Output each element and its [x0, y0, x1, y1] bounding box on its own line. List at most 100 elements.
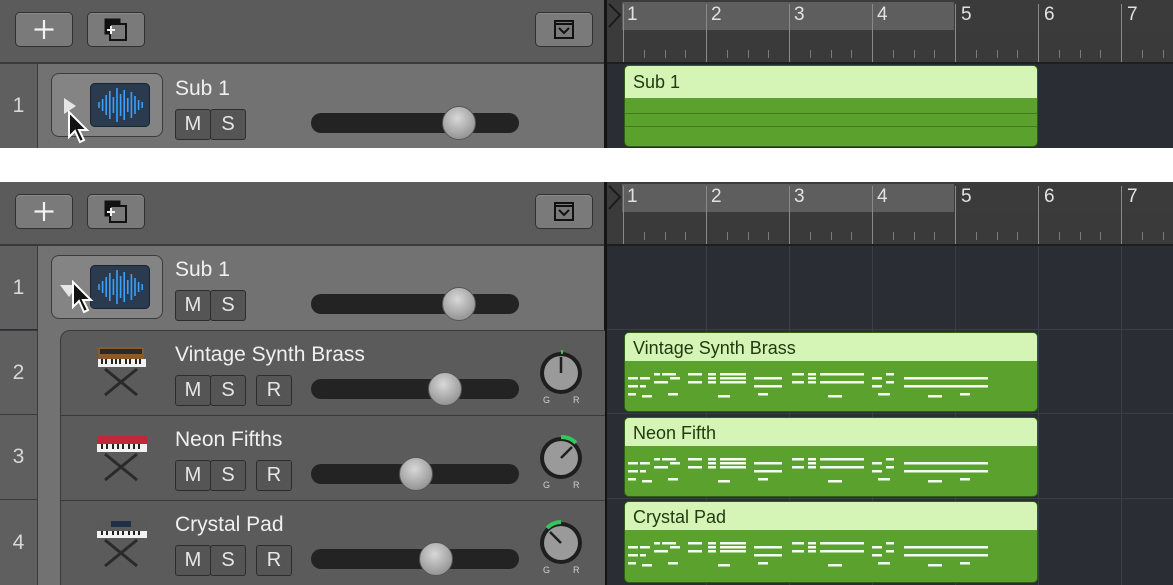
solo-button[interactable]: S	[210, 290, 246, 321]
bar-number: 3	[794, 4, 805, 25]
track-header-vintage-synth-brass[interactable]: Vintage Synth Brass M S R G R	[61, 331, 605, 416]
track-name[interactable]: Sub 1	[175, 258, 230, 282]
track-header-neon-fifths[interactable]: Neon Fifths M S R G R	[61, 416, 605, 501]
add-track-icon	[34, 20, 54, 39]
bar-number: 6	[1044, 4, 1055, 25]
solo-button[interactable]: S	[210, 545, 246, 576]
volume-slider[interactable]	[311, 287, 519, 321]
bar-number: 4	[877, 4, 888, 25]
collapse-icon	[554, 202, 574, 221]
midi-region[interactable]: Crystal Pad	[624, 501, 1038, 583]
bar-number: 3	[794, 186, 805, 207]
playhead-icon[interactable]	[608, 3, 622, 29]
bar-ruler[interactable]: 1 2 3 4 5 6 7	[606, 0, 1173, 64]
volume-slider[interactable]	[311, 106, 519, 140]
volume-slider[interactable]	[311, 457, 519, 491]
synth-keyboard-icon	[98, 347, 146, 397]
pan-knob[interactable]	[537, 519, 585, 567]
bar-number: 2	[711, 4, 722, 25]
synth-keyboard-icon	[97, 436, 147, 482]
duplicate-track-button[interactable]	[87, 194, 145, 229]
cursor-pointer-icon	[68, 110, 90, 144]
track-number: 1	[0, 64, 38, 148]
tracks-header	[0, 182, 606, 246]
reverb-label: R	[573, 395, 580, 405]
record-enable-button[interactable]: R	[256, 545, 292, 576]
bar-number: 4	[877, 186, 888, 207]
cycle-region[interactable]	[622, 2, 954, 30]
volume-slider-thumb[interactable]	[399, 457, 433, 491]
bar-number: 7	[1127, 4, 1138, 25]
subtrack-group: Vintage Synth Brass M S R G R Neon Fifth…	[60, 330, 605, 585]
bar-number: 1	[627, 4, 638, 25]
add-track-button[interactable]	[15, 12, 73, 47]
volume-slider-thumb[interactable]	[442, 287, 476, 321]
track-number: 4	[0, 499, 38, 585]
volume-slider[interactable]	[311, 542, 519, 576]
volume-slider-thumb[interactable]	[419, 542, 453, 576]
cycle-region[interactable]	[622, 184, 954, 212]
volume-slider-thumb[interactable]	[428, 372, 462, 406]
mute-button[interactable]: M	[175, 109, 211, 140]
track-number: 3	[0, 414, 38, 499]
volume-slider-thumb[interactable]	[442, 106, 476, 140]
track-icon[interactable]	[51, 255, 163, 319]
mute-button[interactable]: M	[175, 290, 211, 321]
midi-notes	[628, 458, 988, 483]
track-name[interactable]: Sub 1	[175, 77, 230, 101]
audio-waveform-icon	[90, 83, 150, 127]
collapse-button[interactable]	[535, 12, 593, 47]
volume-slider[interactable]	[311, 372, 519, 406]
tracks-area-expanded: 1 2 3 4 5 6 7 1 2 3 4 Sub 1 M S Vintage …	[0, 182, 1173, 585]
track-number: 2	[0, 330, 38, 414]
track-name[interactable]: Neon Fifths	[175, 428, 282, 452]
record-enable-button[interactable]: R	[256, 375, 292, 406]
duplicate-track-button[interactable]	[87, 12, 145, 47]
midi-notes	[628, 373, 988, 398]
midi-region[interactable]: Neon Fifth	[624, 417, 1038, 497]
gain-label: G	[543, 565, 551, 575]
bar-number: 2	[711, 186, 722, 207]
add-track-icon	[34, 202, 54, 221]
mute-button[interactable]: M	[175, 460, 211, 491]
track-header-crystal-pad[interactable]: Crystal Pad M S R G R	[61, 501, 605, 585]
track-region[interactable]: Sub 1	[624, 65, 1038, 147]
bar-number: 1	[627, 186, 638, 207]
solo-button[interactable]: S	[210, 375, 246, 406]
record-enable-button[interactable]: R	[256, 460, 292, 491]
midi-region[interactable]: Vintage Synth Brass	[624, 332, 1038, 412]
collapse-icon	[554, 20, 574, 39]
duplicate-track-icon	[104, 200, 127, 223]
synth-keyboard-icon	[97, 519, 147, 568]
solo-button[interactable]: S	[210, 460, 246, 491]
playhead-icon[interactable]	[608, 185, 622, 211]
pan-knob[interactable]	[537, 434, 585, 482]
duplicate-track-icon	[104, 18, 127, 41]
midi-notes	[628, 542, 988, 567]
region-name: Sub 1	[625, 66, 1037, 98]
tracks-area-collapsed: 1 2 3 4 5 6 7 1 Sub 1 M S Sub 1	[0, 0, 1173, 148]
pan-knob[interactable]	[537, 349, 585, 397]
bar-number: 5	[961, 4, 972, 25]
cursor-pointer-icon	[72, 280, 94, 314]
collapse-button[interactable]	[535, 194, 593, 229]
audio-waveform-icon	[90, 265, 150, 309]
track-name[interactable]: Crystal Pad	[175, 513, 284, 537]
bar-number: 5	[961, 186, 972, 207]
reverb-label: R	[573, 565, 580, 575]
reverb-label: R	[573, 480, 580, 490]
mute-button[interactable]: M	[175, 375, 211, 406]
bar-number: 6	[1044, 186, 1055, 207]
bar-ruler[interactable]: 1 2 3 4 5 6 7	[606, 182, 1173, 246]
solo-button[interactable]: S	[210, 109, 246, 140]
bar-number: 7	[1127, 186, 1138, 207]
tracks-header	[0, 0, 606, 64]
track-header-sub1[interactable]: Sub 1 M S Vintage Synth Brass M S R G R …	[38, 246, 605, 585]
track-name[interactable]: Vintage Synth Brass	[175, 343, 365, 367]
track-header-sub1[interactable]: Sub 1 M S	[38, 64, 604, 148]
track-number: 1	[0, 246, 38, 329]
mute-button[interactable]: M	[175, 545, 211, 576]
add-track-button[interactable]	[15, 194, 73, 229]
gain-label: G	[543, 395, 551, 405]
gain-label: G	[543, 480, 551, 490]
